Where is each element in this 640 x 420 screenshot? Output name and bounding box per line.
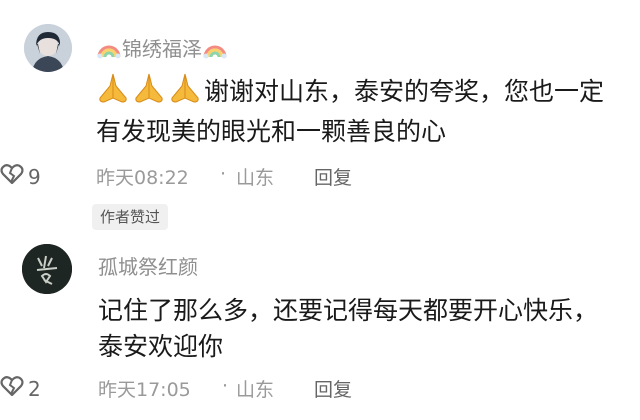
reply-button[interactable]: 回复 [314,375,352,402]
comment-text: 记住了那么多，还要记得每天都要开心快乐， 泰安欢迎你 [98,293,628,365]
comment-body: 记住了那么多，还要记得每天都要开心快乐， 泰安欢迎你 [98,296,622,361]
username[interactable]: 孤城祭红颜 [98,251,198,280]
broken-heart-icon [0,376,24,401]
timestamp: 昨天17:05 [98,379,191,401]
dislike-button[interactable] [0,375,24,401]
comment-item: 孤城祭红颜 记住了那么多，还要记得每天都要开心快乐， 泰安欢迎你 昨天17:05… [0,0,640,401]
author-liked-badge: 作者赞过 [92,204,169,230]
separator: · [222,375,229,397]
avatar[interactable] [22,244,72,294]
like-count: 2 [28,376,41,401]
location: 山东 [236,379,275,401]
